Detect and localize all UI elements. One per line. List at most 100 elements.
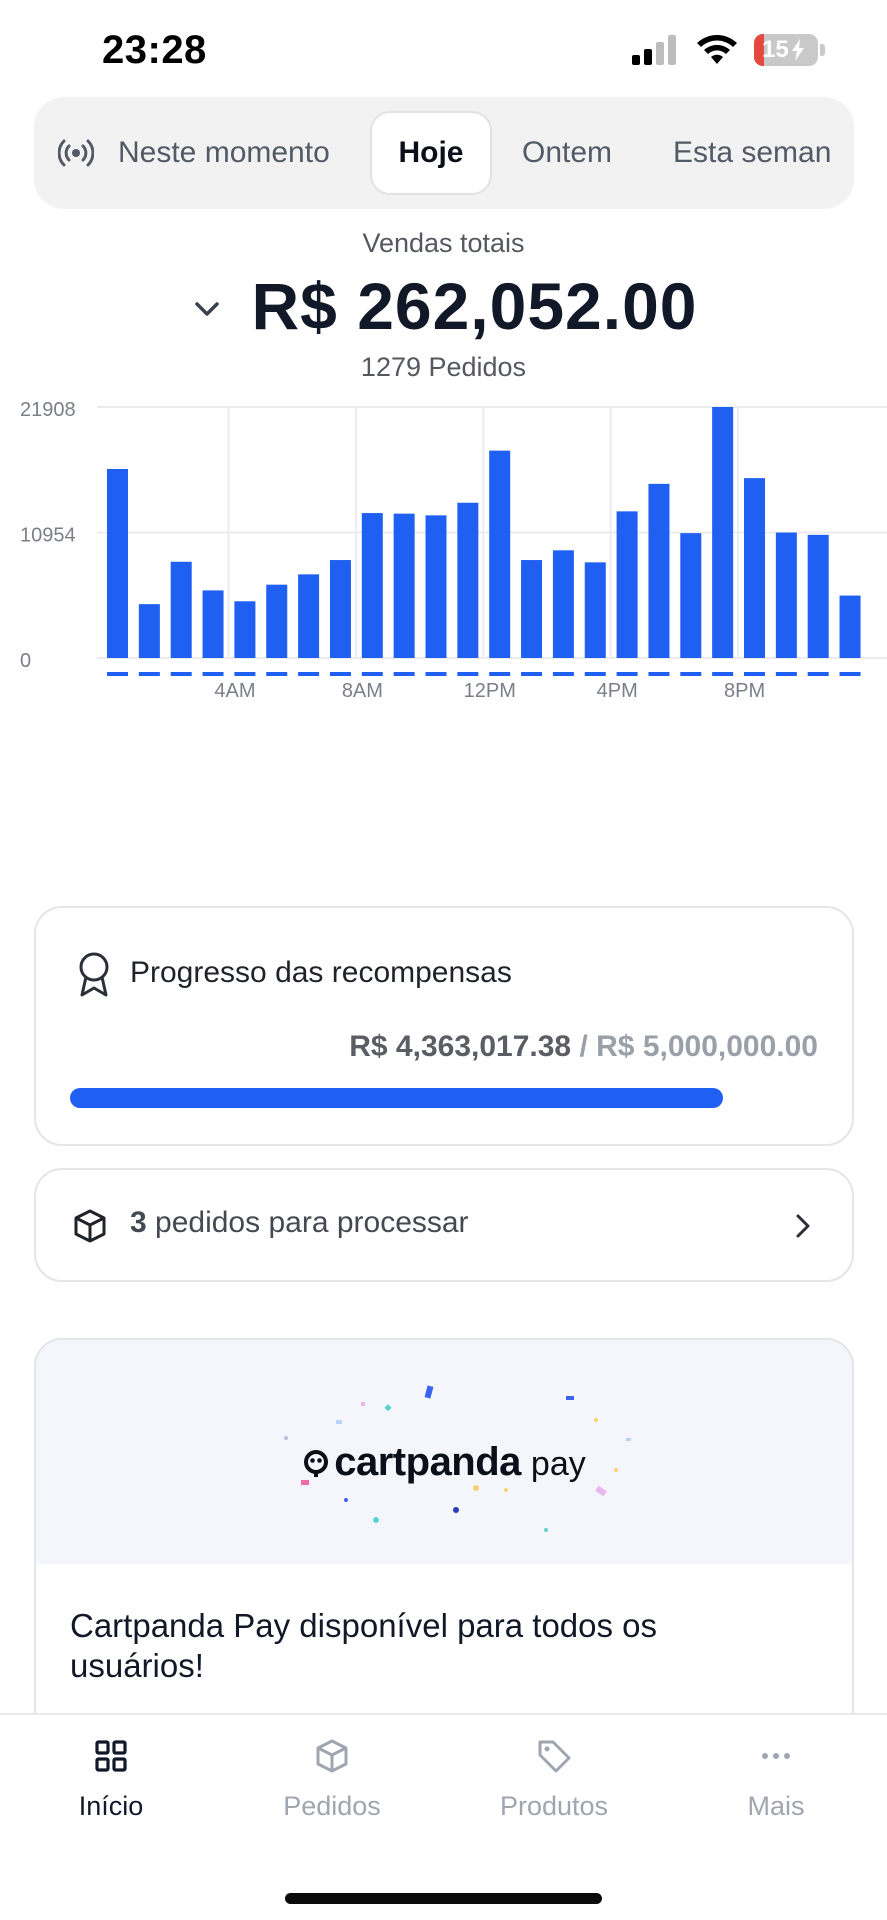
award-icon [79,952,109,997]
tab-live[interactable]: Neste momento [58,111,330,195]
chart-bar [680,533,702,658]
status-time: 23:28 [102,28,207,72]
nav-more[interactable]: Mais [676,1737,876,1822]
tag-icon [538,1740,571,1773]
battery-icon: 15 [754,34,818,66]
chart-baseline-marker [138,672,160,676]
chart-x-tick-label: 12PM [464,680,516,702]
tab-live-label: Neste momento [118,136,330,169]
rewards-separator: / [579,1030,588,1063]
more-icon [762,1753,790,1759]
rewards-values: R$ 4,363,017.38 / R$ 5,000,000.00 [349,1030,818,1064]
sales-row: R$ 262,052.00 [0,268,887,344]
chart-bar [775,532,797,658]
chevron-down-icon[interactable] [189,291,225,327]
nav-orders[interactable]: Pedidos [232,1737,432,1822]
orders-to-process-text: 3 pedidos para processar [130,1206,469,1240]
chart-baseline-marker [266,672,288,676]
promo-text: Cartpanda Pay disponível para todos os u… [70,1607,658,1684]
chart-bar [521,560,543,658]
chart-bar [425,515,447,658]
chart-baseline-marker [361,672,383,676]
chart-bar [744,478,765,658]
chart-bar [170,561,192,658]
chart-baseline-marker [616,672,638,676]
promo-banner: cartpanda pay [36,1340,852,1564]
chart-bar [807,534,829,658]
home-indicator [285,1893,602,1904]
chart-bar [393,513,415,658]
nav-home[interactable]: Início [11,1737,211,1822]
chart-x-tick-label: 8PM [724,680,765,702]
chart-baseline-marker [744,672,765,676]
chart-y-tick-label: 21908 [20,399,76,421]
orders-to-process-label: pedidos para processar [155,1206,469,1239]
nav-products[interactable]: Produtos [454,1737,654,1822]
nav-home-label: Início [78,1791,144,1821]
chart-baseline-marker [839,672,861,676]
cartpanda-pay-logo: cartpanda pay [36,1440,852,1485]
chart-baseline-marker [329,672,351,676]
chart-bar [298,574,320,658]
rewards-progress-bar [70,1088,818,1108]
rewards-card[interactable]: Progresso das recompensas R$ 4,363,017.3… [34,906,854,1146]
chart-baseline-marker [712,672,734,676]
time-range-tabs: Neste momento Hoje Ontem Esta seman [34,97,854,209]
tab-yesterday[interactable]: Ontem [522,111,612,195]
chart-baseline-marker [775,672,797,676]
chart-baseline-marker [489,672,511,676]
chart-baseline-marker [648,672,670,676]
chart-x-tick-label: 4AM [214,680,255,702]
chart-baseline-marker [552,672,574,676]
chart-bar [361,513,383,658]
chart-bar [712,407,734,658]
chart-baseline-marker [170,672,192,676]
status-bar: 23:28 15 [0,0,887,100]
rewards-title: Progresso das recompensas [130,956,512,989]
box-icon [316,1739,348,1773]
chart-bar [489,450,511,658]
rewards-progress-fill [70,1088,723,1108]
sales-amount: R$ 262,052.00 [251,269,698,343]
chart-baseline-marker [457,672,479,676]
panda-logo-icon [304,1449,329,1477]
chevron-right-icon [796,1214,810,1238]
chart-bar [552,550,574,658]
logo-pay: pay [530,1445,586,1483]
broadcast-icon [58,139,94,167]
chart-y-tick-label: 10954 [20,525,76,547]
chart-baseline-marker [234,672,256,676]
nav-more-label: Mais [747,1791,805,1821]
chart-bar [234,601,256,658]
chart-bar [107,468,128,658]
chart-y-tick-label: 0 [20,650,31,672]
chart-bar [329,560,351,658]
wifi-icon [697,35,737,64]
chart-bar [266,584,288,658]
chart-baseline-marker [202,672,224,676]
tab-today[interactable]: Hoje [370,111,492,195]
chart-baseline-marker [298,672,320,676]
chart-bar [457,502,479,658]
chart-bar [138,604,160,658]
chart-baseline-marker [425,672,447,676]
chart-x-tick-label: 8AM [342,680,383,702]
box-icon [74,1209,106,1243]
status-icons: 15 [632,34,825,66]
orders-to-process-count: 3 [130,1206,147,1239]
sales-chart: 21908 10954 0 4AM 8AM 12PM 4PM 8PM [20,399,887,702]
sales-label: Vendas totais [362,228,525,258]
orders-to-process-card[interactable]: 3 pedidos para processar [34,1168,854,1282]
chart-bar [584,562,606,658]
battery-level: 15 [762,36,789,63]
nav-orders-label: Pedidos [283,1791,381,1821]
logo-word: cartpanda [334,1440,521,1484]
rewards-current: R$ 4,363,017.38 [349,1030,572,1063]
grid-icon [95,1740,127,1772]
chart-baseline-marker [807,672,829,676]
chart-bar [202,590,224,658]
chart-bar [616,511,638,658]
chart-x-tick-label: 4PM [597,680,638,702]
tab-this-week[interactable]: Esta seman [673,111,831,195]
orders-count: 1279 Pedidos [360,352,527,382]
